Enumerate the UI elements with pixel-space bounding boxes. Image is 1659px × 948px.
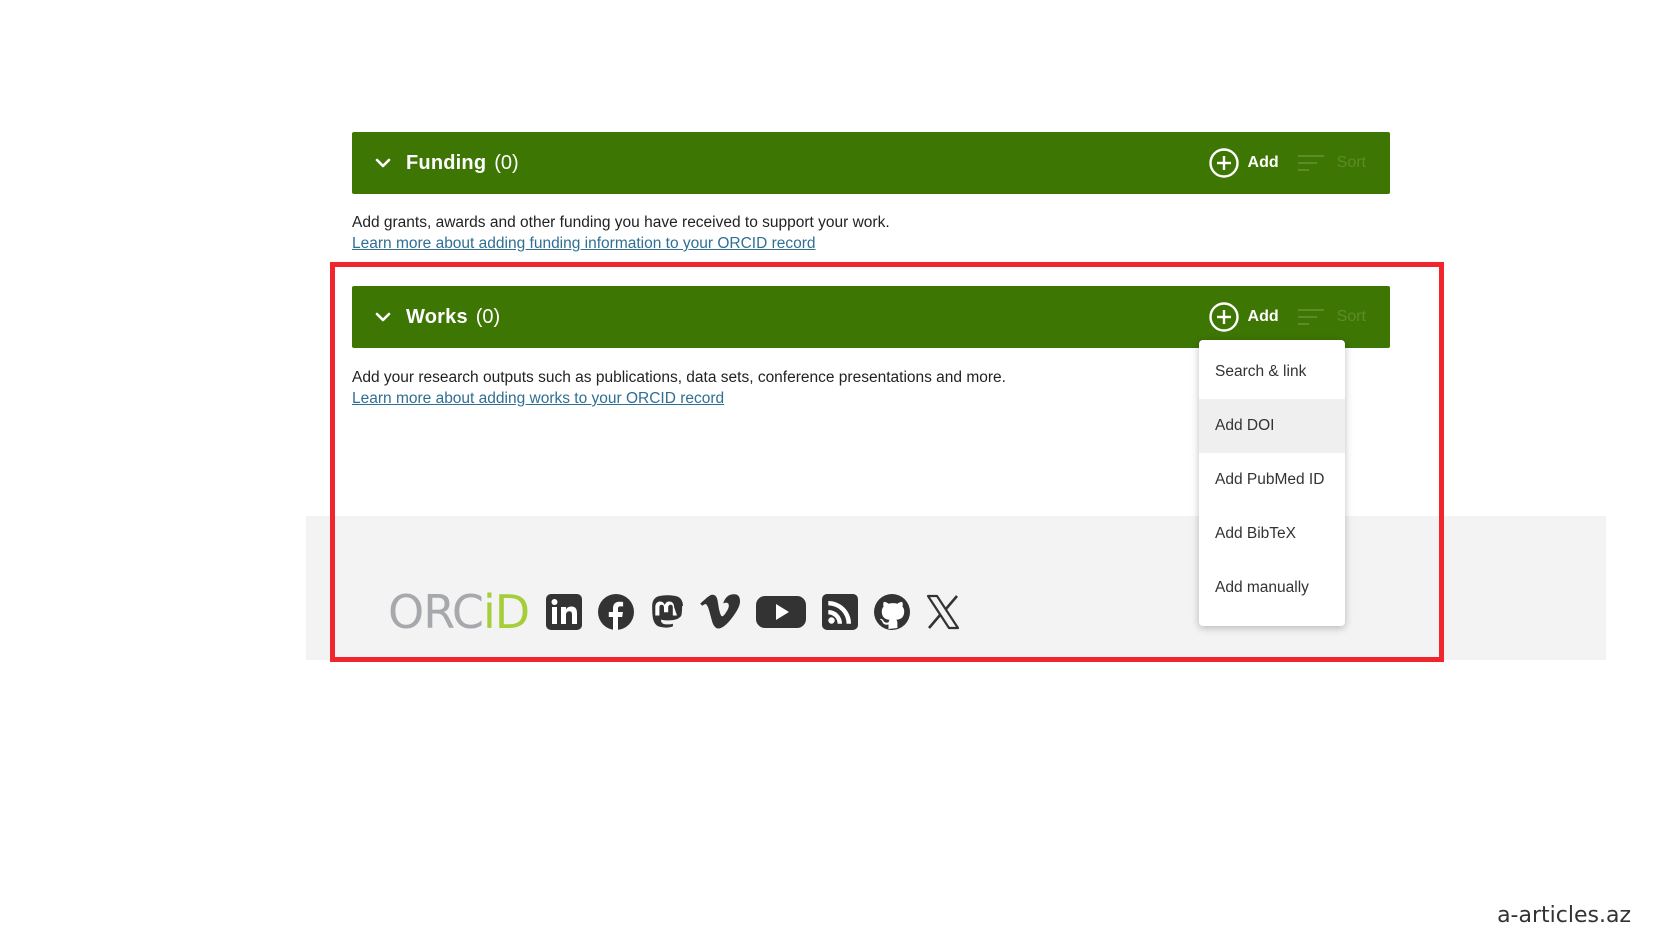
menu-item-add-pubmed-id[interactable]: Add PubMed ID	[1199, 453, 1345, 507]
add-works-menu: Search & link Add DOI Add PubMed ID Add …	[1199, 340, 1345, 626]
funding-title: Funding	[406, 151, 487, 174]
mastodon-icon[interactable]	[649, 593, 685, 631]
rss-icon[interactable]	[821, 593, 859, 631]
menu-item-add-bibtex[interactable]: Add BibTeX	[1199, 507, 1345, 561]
funding-sort-label: Sort	[1336, 154, 1366, 171]
works-description: Add your research outputs such as public…	[352, 369, 1006, 386]
works-learn-more-link[interactable]: Learn more about adding works to your OR…	[352, 388, 724, 409]
menu-item-add-manually[interactable]: Add manually	[1199, 561, 1345, 615]
funding-description-block: Add grants, awards and other funding you…	[352, 212, 890, 254]
youtube-icon[interactable]	[755, 593, 807, 631]
works-count: (0)	[475, 305, 501, 328]
sort-icon	[1297, 309, 1324, 325]
menu-item-search-link[interactable]: Search & link	[1199, 345, 1345, 399]
funding-learn-more-link[interactable]: Learn more about adding funding informat…	[352, 233, 816, 254]
add-circle-icon	[1208, 302, 1239, 332]
orcid-logo-text: ORC	[388, 585, 484, 639]
page: Funding (0) Add Sort Add grants, awards …	[0, 0, 1659, 948]
funding-count: (0)	[494, 151, 519, 174]
funding-add-button[interactable]: Add	[1208, 147, 1279, 179]
works-description-block: Add your research outputs such as public…	[352, 367, 1006, 409]
works-add-button[interactable]: Add	[1208, 301, 1279, 333]
works-title: Works	[406, 305, 468, 328]
works-add-label: Add	[1247, 308, 1279, 325]
funding-actions: Add Sort	[1208, 147, 1366, 179]
funding-description: Add grants, awards and other funding you…	[352, 214, 890, 231]
orcid-logo[interactable]: ORC iD	[388, 585, 530, 639]
facebook-icon[interactable]	[597, 593, 635, 631]
linkedin-icon[interactable]	[545, 593, 583, 631]
add-circle-icon	[1208, 148, 1239, 178]
works-header: Works (0) Add Sort	[352, 286, 1390, 348]
github-icon[interactable]	[873, 593, 911, 631]
orcid-logo-id: iD	[483, 585, 530, 639]
works-sort-label: Sort	[1336, 308, 1366, 325]
sort-icon	[1297, 155, 1324, 171]
vimeo-icon[interactable]	[699, 593, 741, 631]
funding-add-label: Add	[1247, 154, 1279, 171]
works-actions: Add Sort	[1208, 301, 1366, 333]
funding-header: Funding (0) Add Sort	[352, 132, 1390, 194]
works-sort-button[interactable]: Sort	[1297, 307, 1366, 327]
watermark: a-articles.az	[1497, 903, 1631, 928]
funding-collapse-toggle[interactable]	[374, 154, 392, 172]
menu-item-add-doi[interactable]: Add DOI	[1199, 399, 1345, 453]
works-collapse-toggle[interactable]	[374, 308, 392, 326]
funding-sort-button[interactable]: Sort	[1297, 153, 1366, 173]
chevron-down-icon	[375, 158, 391, 168]
footer-logos: ORC iD	[388, 586, 975, 638]
x-icon[interactable]	[925, 593, 961, 631]
chevron-down-icon	[375, 312, 391, 322]
